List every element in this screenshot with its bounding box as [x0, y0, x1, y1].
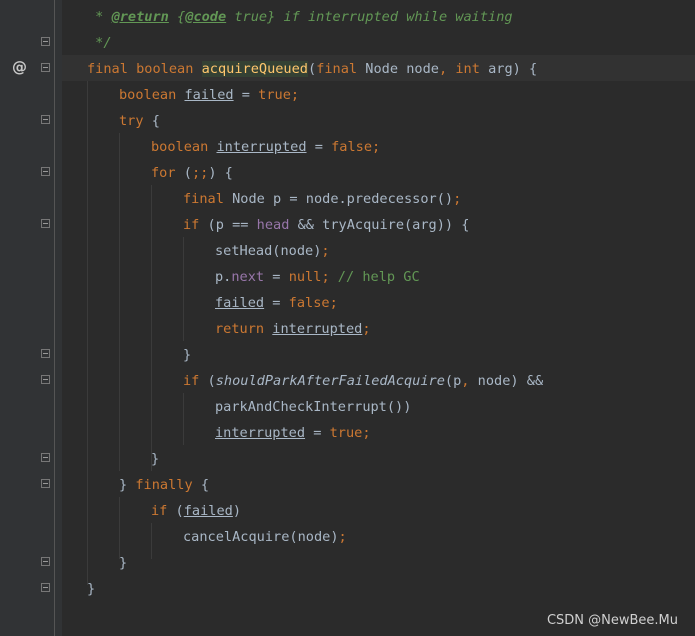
code-line-18: }: [151, 451, 160, 467]
indent-guide: [87, 81, 88, 585]
fold-toggle-icon[interactable]: [41, 479, 50, 488]
code-line-17: interrupted = true;: [215, 425, 371, 441]
code-line-16: parkAndCheckInterrupt()): [215, 399, 412, 415]
editor-gutter: @: [0, 0, 62, 636]
fold-toggle-icon[interactable]: [41, 219, 50, 228]
code-line-4: boolean failed = true;: [119, 87, 300, 103]
code-editor[interactable]: * @return {@code true} if interrupted wh…: [62, 0, 695, 636]
indent-guide: [151, 523, 152, 559]
indent-guide: [183, 237, 184, 341]
code-line-13: return interrupted;: [215, 321, 371, 337]
gutter-divider: [54, 0, 55, 636]
code-line-12: failed = false;: [215, 295, 338, 311]
code-line-7: for (;;) {: [151, 165, 233, 181]
code-line-15: if (shouldParkAfterFailedAcquire(p, node…: [183, 373, 544, 389]
fold-toggle-icon[interactable]: [41, 375, 50, 384]
override-marker-icon[interactable]: @: [12, 58, 27, 76]
fold-toggle-icon[interactable]: [41, 37, 50, 46]
fold-toggle-icon[interactable]: [41, 583, 50, 592]
fold-toggle-icon[interactable]: [41, 167, 50, 176]
fold-toggle-icon[interactable]: [41, 349, 50, 358]
indent-guide: [151, 185, 152, 471]
fold-toggle-icon[interactable]: [41, 453, 50, 462]
code-line-14: }: [183, 347, 192, 363]
method-name: acquireQueued: [201, 61, 308, 77]
code-line-11: p.next = null; // help GC: [215, 269, 420, 285]
code-line-2: */: [87, 35, 112, 51]
indent-guide: [183, 393, 184, 445]
code-line-6: boolean interrupted = false;: [151, 139, 381, 155]
code-line-21: cancelAcquire(node);: [183, 529, 347, 545]
code-line-22: }: [119, 555, 128, 571]
fold-toggle-icon[interactable]: [41, 115, 50, 124]
code-line-1: * @return {@code true} if interrupted wh…: [87, 9, 513, 25]
code-line-20: if (failed): [151, 503, 242, 519]
indent-guide: [119, 133, 120, 471]
watermark: CSDN @NewBee.Mu: [546, 613, 678, 628]
code-line-9: if (p == head && tryAcquire(arg)) {: [183, 217, 470, 233]
code-line-19: } finally {: [119, 477, 210, 493]
fold-toggle-icon[interactable]: [41, 557, 50, 566]
fold-toggle-icon[interactable]: [41, 63, 50, 72]
code-line-8: final Node p = node.predecessor();: [183, 191, 462, 207]
code-line-10: setHead(node);: [215, 243, 330, 259]
code-line-3: final boolean acquireQueued(final Node n…: [87, 61, 538, 77]
code-line-23: }: [87, 581, 96, 597]
code-line-5: try {: [119, 113, 160, 129]
